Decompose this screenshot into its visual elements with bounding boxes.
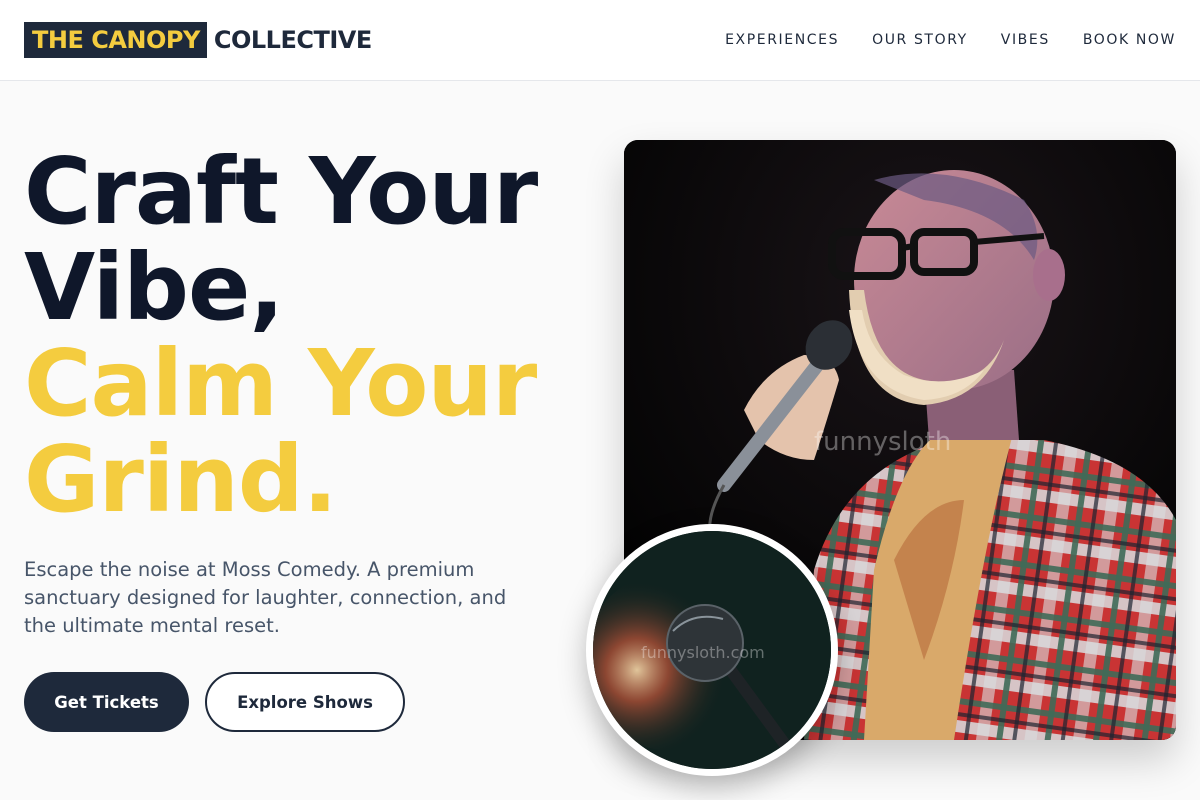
- hero-description: Escape the noise at Moss Comedy. A premi…: [24, 558, 507, 637]
- hero-title-line: Craft Your: [24, 138, 538, 245]
- hero-title-line: Vibe,: [24, 234, 284, 341]
- get-tickets-button[interactable]: Get Tickets: [24, 672, 189, 732]
- nav-link-vibes[interactable]: VIBES: [1001, 31, 1050, 49]
- site-header: THE CANOPY COLLECTIVE EXPERIENCES OUR ST…: [0, 0, 1200, 81]
- nav-link-experiences[interactable]: EXPERIENCES: [725, 31, 839, 49]
- microphone-photo: funnysloth.com: [586, 524, 838, 776]
- main-nav: EXPERIENCES OUR STORY VIBES BOOK NOW: [725, 31, 1176, 49]
- nav-link-our-story[interactable]: OUR STORY: [872, 31, 968, 49]
- brand-logo-text: COLLECTIVE: [213, 26, 372, 54]
- nav-link-book-now[interactable]: BOOK NOW: [1083, 31, 1176, 49]
- hero-title-line-accent: Grind.: [24, 426, 338, 533]
- brand-logo[interactable]: THE CANOPY COLLECTIVE: [24, 22, 372, 58]
- microphone-illustration: funnysloth.com: [593, 531, 831, 769]
- watermark-text: funnysloth.com: [641, 643, 765, 662]
- explore-shows-button[interactable]: Explore Shows: [205, 672, 405, 732]
- hero-title-line-accent: Calm Your: [24, 330, 537, 437]
- hero-title: Craft Your Vibe, Calm Your Grind.: [24, 144, 624, 528]
- watermark-text: funnysloth: [814, 427, 951, 457]
- brand-logo-highlight: THE CANOPY: [24, 22, 207, 58]
